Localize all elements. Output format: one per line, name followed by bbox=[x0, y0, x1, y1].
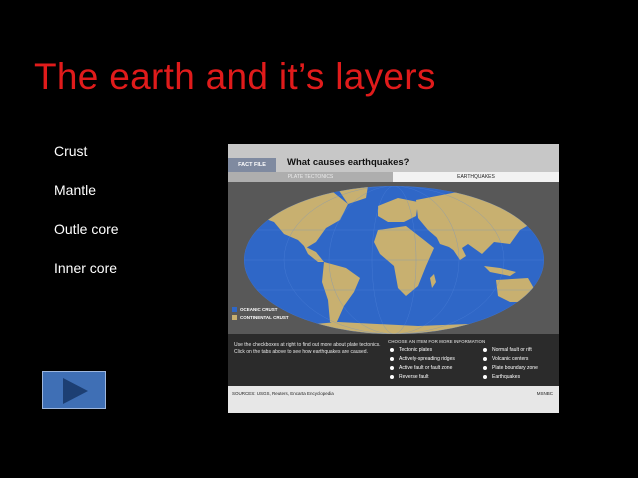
sources-text: SOURCES: USGS, Reuters, Encarta Encyclop… bbox=[232, 391, 334, 396]
choose-label: CHOOSE AN ITEM FOR MORE INFORMATION bbox=[388, 339, 486, 344]
option-earthquakes[interactable]: Earthquakes bbox=[483, 374, 520, 380]
radio-dot-icon bbox=[390, 374, 394, 379]
play-icon bbox=[63, 378, 88, 404]
option-spreading-ridges[interactable]: Actively-spreading ridges bbox=[390, 356, 455, 362]
earthquake-figure: FACT FILE What causes earthquakes? PLATE… bbox=[228, 144, 559, 413]
info-panel: Use the checkboxes at right to find out … bbox=[228, 334, 559, 386]
slide-title: The earth and it’s layers bbox=[34, 56, 436, 97]
legend-item-oceanic: OCEANIC CRUST bbox=[232, 306, 289, 314]
option-normal-fault[interactable]: Normal fault or rift bbox=[483, 347, 532, 353]
figure-tabs: PLATE TECTONICS EARTHQUAKES bbox=[228, 172, 559, 182]
option-tectonic-plates[interactable]: Tectonic plates bbox=[390, 347, 432, 353]
instructions-text: Use the checkboxes at right to find out … bbox=[234, 342, 381, 355]
radio-dot-icon bbox=[483, 356, 487, 361]
sources-bar: SOURCES: USGS, Reuters, Encarta Encyclop… bbox=[228, 386, 559, 413]
bullet-list: Crust Mantle Outle core Inner core bbox=[54, 142, 119, 298]
radio-dot-icon bbox=[390, 347, 394, 352]
option-reverse-fault[interactable]: Reverse fault bbox=[390, 374, 428, 380]
bullet-item: Mantle bbox=[54, 182, 97, 198]
option-volcanic-centers[interactable]: Volcanic centers bbox=[483, 356, 528, 362]
radio-dot-icon bbox=[390, 365, 394, 370]
play-button[interactable] bbox=[42, 371, 106, 409]
legend-swatch bbox=[232, 315, 237, 321]
radio-dot-icon bbox=[390, 356, 394, 361]
radio-dot-icon bbox=[483, 347, 487, 352]
bullet-item: Crust bbox=[54, 143, 88, 159]
map-legend: OCEANIC CRUST CONTINENTAL CRUST bbox=[232, 306, 289, 322]
bullet-item: Inner core bbox=[54, 260, 118, 276]
option-active-fault[interactable]: Active fault or fault zone bbox=[390, 365, 452, 371]
figure-heading: What causes earthquakes? bbox=[287, 157, 410, 168]
radio-dot-icon bbox=[483, 365, 487, 370]
radio-dot-icon bbox=[483, 374, 487, 379]
legend-item-continental: CONTINENTAL CRUST bbox=[232, 314, 289, 322]
tab-earthquakes[interactable]: EARTHQUAKES bbox=[393, 172, 559, 182]
option-plate-boundary[interactable]: Plate boundary zone bbox=[483, 365, 538, 371]
fact-file-tab: FACT FILE bbox=[228, 158, 276, 172]
world-map: OCEANIC CRUST CONTINENTAL CRUST bbox=[228, 182, 559, 334]
figure-header: FACT FILE What causes earthquakes? bbox=[228, 144, 559, 172]
bullet-item: Outle core bbox=[54, 221, 119, 237]
credit-text: MSNBC bbox=[536, 391, 553, 396]
legend-swatch bbox=[232, 307, 237, 313]
tab-plate-tectonics[interactable]: PLATE TECTONICS bbox=[228, 172, 393, 182]
